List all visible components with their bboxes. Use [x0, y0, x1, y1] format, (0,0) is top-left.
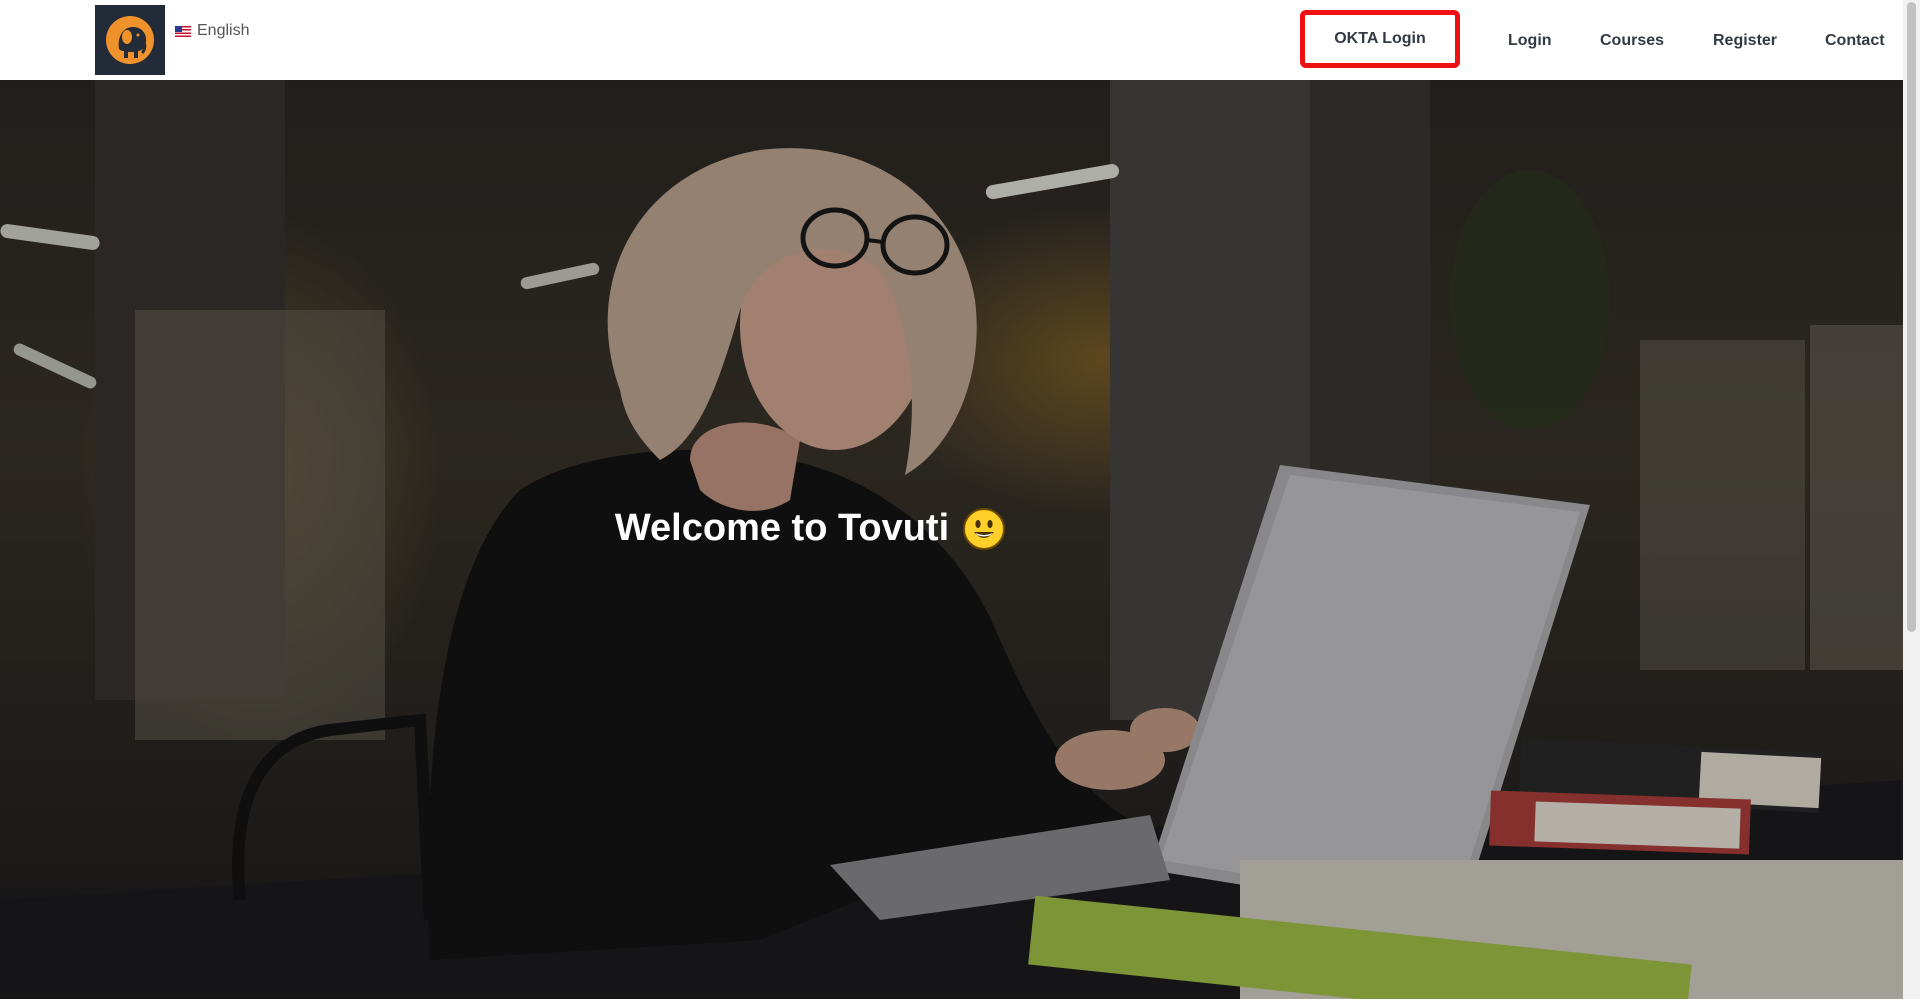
grinning-face-icon: [963, 507, 1006, 550]
nav-contact-link[interactable]: Contact: [1825, 32, 1885, 50]
elephant-icon: [106, 16, 154, 64]
okta-login-label: OKTA Login: [1334, 30, 1426, 47]
page-scrollbar[interactable]: [1903, 0, 1920, 999]
hero-title-text: Welcome to Tovuti: [614, 507, 950, 549]
language-selector[interactable]: English: [175, 22, 249, 40]
scrollbar-thumb[interactable]: [1907, 2, 1916, 632]
site-header: English OKTA Login Login Courses Registe…: [0, 0, 1903, 80]
nav-courses-link[interactable]: Courses: [1600, 32, 1664, 50]
hero-title: Welcome to Tovuti: [0, 507, 1620, 550]
site-logo[interactable]: [95, 5, 165, 75]
language-label: English: [197, 22, 250, 39]
okta-login-button[interactable]: OKTA Login: [1300, 10, 1460, 68]
hero-banner: Welcome to Tovuti: [0, 80, 1903, 999]
us-flag-icon: [175, 25, 191, 37]
nav-login-link[interactable]: Login: [1508, 32, 1552, 50]
page: English OKTA Login Login Courses Registe…: [0, 0, 1920, 999]
nav-register-link[interactable]: Register: [1713, 32, 1777, 50]
